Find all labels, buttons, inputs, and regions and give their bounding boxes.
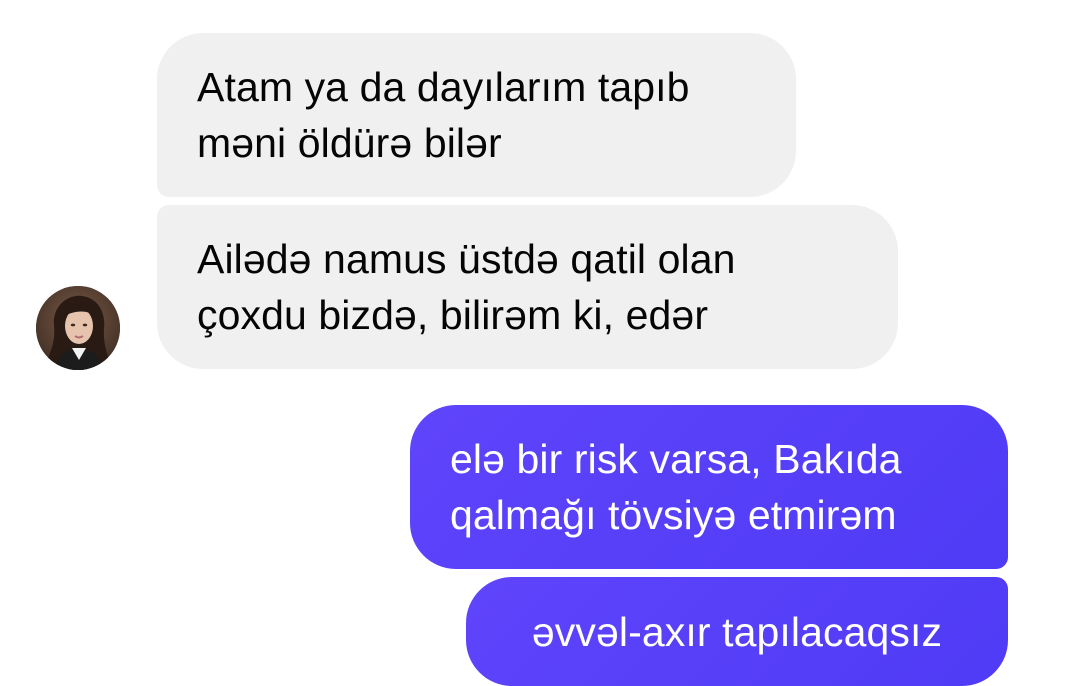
message-text-line: Atam ya da dayılarım tapıb (197, 64, 690, 110)
contact-avatar[interactable] (36, 286, 120, 370)
message-text-line: çoxdu bizdə, bilirəm ki, edər (197, 292, 709, 338)
message-thread: Atam ya da dayılarım tapıb məni öldürə b… (0, 0, 1080, 686)
incoming-message-bubble[interactable]: Atam ya da dayılarım tapıb məni öldürə b… (157, 33, 796, 197)
incoming-message-bubble[interactable]: Ailədə namus üstdə qatil olan çoxdu bizd… (157, 205, 898, 369)
message-text-line: qalmağı tövsiyə etmirəm (450, 492, 897, 538)
message-text-line: Ailədə namus üstdə qatil olan (197, 236, 736, 282)
message-text-line: əvvəl-axır tapılacaqsız (531, 608, 943, 655)
message-text-line: elə bir risk varsa, Bakıda (450, 436, 902, 482)
outgoing-message-bubble[interactable]: əvvəl-axır tapılacaqsız (466, 577, 1008, 686)
outgoing-message-bubble[interactable]: elə bir risk varsa, Bakıda qalmağı tövsi… (410, 405, 1008, 569)
message-text-line: məni öldürə bilər (197, 120, 502, 166)
avatar-portrait-icon (36, 286, 120, 370)
